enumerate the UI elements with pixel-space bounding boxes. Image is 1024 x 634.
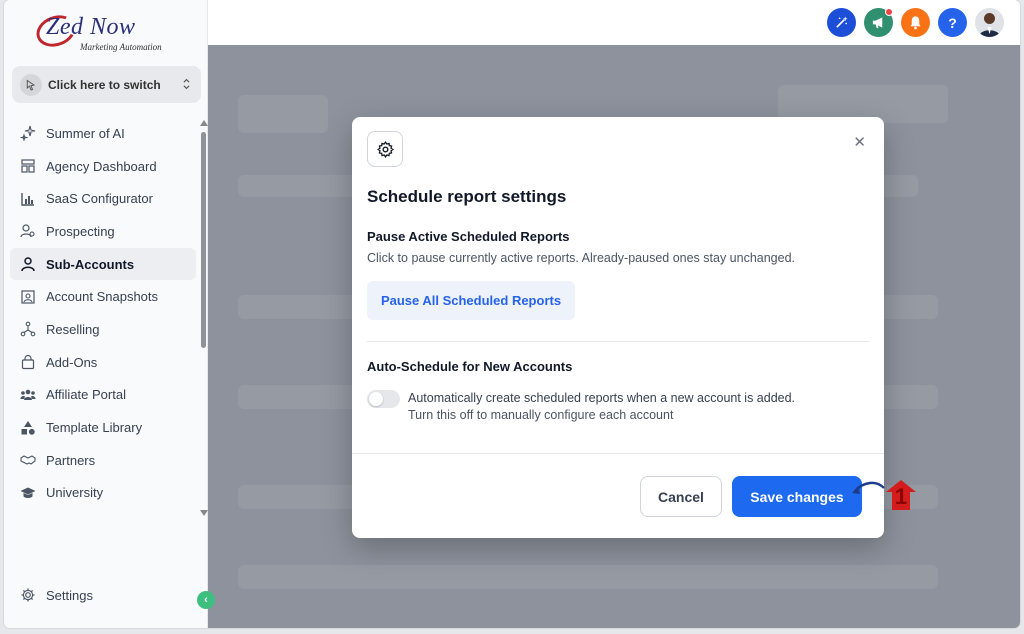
notification-dot (885, 8, 893, 16)
magic-wand-icon (836, 16, 848, 28)
top-header: ? (208, 0, 1020, 45)
account-switcher[interactable]: Click here to switch (12, 66, 201, 103)
brand-logo[interactable]: Zed Now Marketing Automation (32, 10, 186, 58)
graduation-cap-icon (19, 484, 37, 502)
sidebar-item-label: SaaS Configurator (46, 191, 153, 207)
help-icon: ? (948, 14, 957, 31)
sidebar-scrollbar[interactable] (200, 120, 208, 516)
schedule-report-settings-dialog: ✕ Schedule report settings Pause Active … (352, 117, 884, 538)
dashboard-icon (19, 157, 37, 175)
bell-icon (910, 16, 921, 30)
sidebar-nav: Summer of AI Agency Dashboard SaaS Confi… (10, 117, 196, 509)
user-avatar-image (975, 8, 1004, 37)
sidebar-item-university[interactable]: University (10, 477, 196, 510)
auto-schedule-section-title: Auto-Schedule for New Accounts (367, 359, 573, 374)
toggle-hint: Turn this off to manually configure each… (408, 408, 674, 422)
cancel-button[interactable]: Cancel (640, 476, 722, 517)
sidebar-item-saas-configurator[interactable]: SaaS Configurator (10, 182, 196, 215)
sidebar-item-label: Reselling (46, 321, 100, 337)
settings-label: Settings (46, 587, 93, 603)
ghost-block (238, 565, 938, 589)
chevron-left-icon: ‹ (204, 594, 208, 606)
sidebar-item-reselling[interactable]: Reselling (10, 313, 196, 346)
announcements-button[interactable] (864, 8, 893, 37)
sidebar-item-add-ons[interactable]: Add-Ons (10, 346, 196, 379)
sidebar-item-agency-dashboard[interactable]: Agency Dashboard (10, 150, 196, 183)
pointer-icon (20, 73, 42, 96)
sidebar-item-label: Add-Ons (46, 354, 98, 370)
sidebar-item-settings[interactable]: Settings (19, 586, 93, 604)
footer-divider (352, 453, 884, 454)
pause-all-reports-button[interactable]: Pause All Scheduled Reports (367, 281, 575, 320)
sidebar-item-label: Agency Dashboard (46, 158, 157, 174)
handshake-icon (19, 451, 37, 469)
help-button[interactable]: ? (938, 8, 967, 37)
scroll-up-arrow-icon[interactable] (200, 120, 208, 126)
network-icon (19, 320, 37, 338)
step-annotation: 1 (846, 478, 920, 514)
bar-chart-icon (19, 190, 37, 208)
sidebar-item-label: University (46, 485, 104, 501)
sidebar-item-label: Partners (46, 452, 96, 468)
sidebar-item-prospecting[interactable]: Prospecting (10, 215, 196, 248)
switcher-label: Click here to switch (48, 77, 161, 92)
pause-section-description: Click to pause currently active reports.… (367, 251, 796, 265)
close-icon[interactable]: ✕ (853, 133, 866, 151)
scroll-down-arrow-icon[interactable] (200, 510, 208, 516)
sidebar-item-label: Prospecting (46, 223, 115, 239)
ghost-block (238, 95, 328, 133)
toggle-knob (369, 392, 383, 406)
sidebar-item-label: Account Snapshots (46, 289, 159, 305)
step-number: 1 (894, 484, 908, 509)
sparkle-icon (19, 124, 37, 142)
user-search-icon (19, 222, 37, 240)
users-icon (19, 386, 37, 404)
sidebar-item-summer-of-ai[interactable]: Summer of AI (10, 117, 196, 150)
dialog-title: Schedule report settings (367, 187, 567, 206)
snapshot-icon (19, 288, 37, 306)
sidebar-item-label: Affiliate Portal (46, 387, 126, 403)
chevron-updown-icon (182, 77, 191, 93)
save-changes-button[interactable]: Save changes (732, 476, 862, 517)
notifications-button[interactable] (901, 8, 930, 37)
user-icon (19, 255, 37, 273)
sidebar-item-partners[interactable]: Partners (10, 444, 196, 477)
sidebar-item-label: Sub-Accounts (46, 256, 135, 272)
sidebar-item-label: Summer of AI (46, 125, 125, 141)
logo-text: Zed Now (46, 14, 136, 40)
sidebar-item-account-snapshots[interactable]: Account Snapshots (10, 280, 196, 313)
scroll-thumb[interactable] (201, 132, 206, 348)
sidebar-item-label: Template Library (46, 420, 143, 436)
sidebar-item-template-library[interactable]: Template Library (10, 411, 196, 444)
sidebar-item-affiliate-portal[interactable]: Affiliate Portal (10, 379, 196, 412)
divider (367, 341, 869, 342)
auto-schedule-toggle[interactable] (367, 390, 400, 408)
sidebar-item-sub-accounts[interactable]: Sub-Accounts (10, 247, 196, 281)
gear-icon (19, 586, 37, 604)
bag-icon (19, 353, 37, 371)
sidebar: Zed Now Marketing Automation Click here … (4, 0, 208, 628)
magic-wand-button[interactable] (827, 8, 856, 37)
shapes-icon (19, 419, 37, 437)
collapse-sidebar-button[interactable]: ‹ (197, 591, 215, 609)
avatar[interactable] (975, 8, 1004, 37)
pause-section-title: Pause Active Scheduled Reports (367, 229, 570, 244)
toggle-description: Automatically create scheduled reports w… (408, 391, 796, 405)
megaphone-icon (872, 17, 883, 29)
gear-icon (367, 131, 403, 167)
logo-tagline: Marketing Automation (80, 42, 162, 52)
